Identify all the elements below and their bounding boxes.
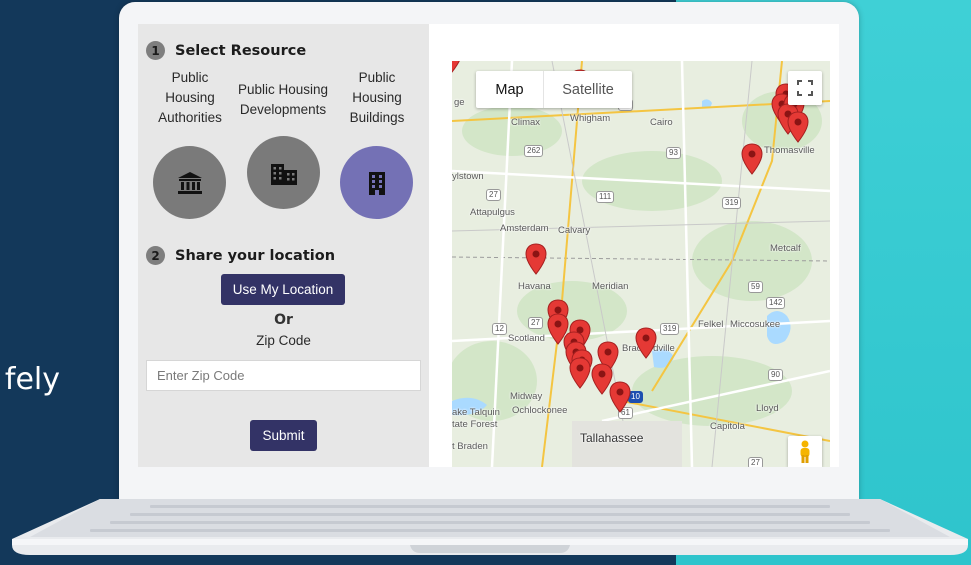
route-shield: 27 — [528, 317, 543, 329]
laptop-base — [10, 499, 970, 559]
map-label-calvary: Calvary — [558, 225, 591, 236]
route-shield: 319 — [722, 197, 742, 209]
map-label-edge-ge: ge — [454, 97, 465, 108]
map-marker[interactable] — [452, 61, 463, 78]
resource-button-buildings[interactable] — [340, 146, 413, 219]
map-label-cairo: Cairo — [650, 117, 673, 128]
route-shield: 262 — [524, 145, 544, 157]
resource-button-authorities[interactable] — [153, 146, 226, 219]
map-label-felkel: Felkel — [698, 319, 724, 330]
map-label-attapulgus: Attapulgus — [470, 207, 515, 218]
slide-text-fragment: fely — [4, 362, 60, 397]
step-1-header: 1 Select Resource — [146, 41, 306, 60]
map-label-ochlockonee: Ochlockonee — [512, 405, 568, 416]
route-shield: 12 — [492, 323, 507, 335]
building-icon — [368, 171, 385, 195]
map-label-metcalf: Metcalf — [770, 243, 801, 254]
resource-label-developments: Public Housing Developments — [237, 82, 329, 117]
step-2-title: Share your location — [175, 247, 336, 264]
step-2-header: 2 Share your location — [146, 246, 335, 265]
route-shield: 111 — [596, 191, 615, 203]
map-marker[interactable] — [569, 357, 591, 394]
bank-icon — [177, 171, 202, 194]
route-shield: 27 — [748, 457, 763, 467]
fullscreen-button[interactable] — [788, 71, 822, 105]
map-label-scotland: Scotland — [508, 333, 545, 344]
step-1-title: Select Resource — [175, 42, 307, 59]
map-type-satellite-button[interactable]: Satellite — [544, 71, 632, 108]
resource-button-developments[interactable] — [247, 136, 320, 209]
map-label-edge-town: ylstown — [452, 171, 484, 182]
map-label-meridian: Meridian — [592, 281, 629, 292]
map-marker[interactable] — [787, 111, 809, 148]
map-label-amsterdam: Amsterdam — [500, 223, 549, 234]
map-label-whigham: Whigham — [570, 113, 611, 124]
map-marker[interactable] — [635, 327, 657, 364]
resource-panel: 1 Select Resource Public Housing Authori… — [138, 24, 429, 467]
route-shield: 93 — [666, 147, 681, 159]
resource-label-authorities: Public Housing Authorities — [158, 70, 222, 125]
map-marker[interactable] — [741, 143, 763, 180]
map-label-braden: t Braden — [452, 441, 488, 452]
or-separator: Or — [274, 312, 293, 328]
use-my-location-button[interactable]: Use My Location — [221, 274, 345, 305]
map-label-tallahassee: Tallahassee — [580, 431, 644, 445]
street-view-button[interactable] — [788, 436, 822, 467]
map-label-capitola: Capitola — [710, 421, 745, 432]
zip-code-label: Zip Code — [256, 333, 311, 348]
laptop-screen: 1 Select Resource Public Housing Authori… — [138, 24, 839, 467]
city-buildings-icon — [270, 163, 297, 185]
map-label-climax: Climax — [511, 117, 541, 128]
route-shield: 59 — [748, 281, 763, 293]
step-1-number: 1 — [146, 41, 165, 60]
map-label-state-forest: tate Forest — [452, 419, 498, 430]
zip-code-input[interactable] — [146, 360, 421, 391]
route-shield: 90 — [768, 369, 783, 381]
route-shield: 27 — [486, 189, 501, 201]
route-shield: 142 — [766, 297, 786, 309]
map-type-control: Map Satellite — [476, 71, 632, 108]
map-label-lake-talquin: ake Talquin — [452, 407, 500, 418]
pegman-icon — [800, 440, 810, 463]
map-marker[interactable] — [525, 243, 547, 280]
map-marker[interactable] — [609, 381, 631, 418]
resource-label-buildings: Public Housing Buildings — [349, 70, 405, 125]
map[interactable]: ge Climax Whigham Cairo Thomasville ylst… — [452, 61, 830, 467]
submit-button[interactable]: Submit — [250, 420, 317, 451]
map-type-map-button[interactable]: Map — [476, 71, 544, 108]
map-label-miccosukee: Miccosukee — [730, 319, 781, 330]
route-shield: 319 — [660, 323, 680, 335]
map-label-lloyd: Lloyd — [756, 403, 779, 414]
step-2-number: 2 — [146, 246, 165, 265]
fullscreen-icon — [797, 80, 813, 96]
map-label-midway: Midway — [510, 391, 543, 402]
map-label-havana: Havana — [518, 281, 551, 292]
